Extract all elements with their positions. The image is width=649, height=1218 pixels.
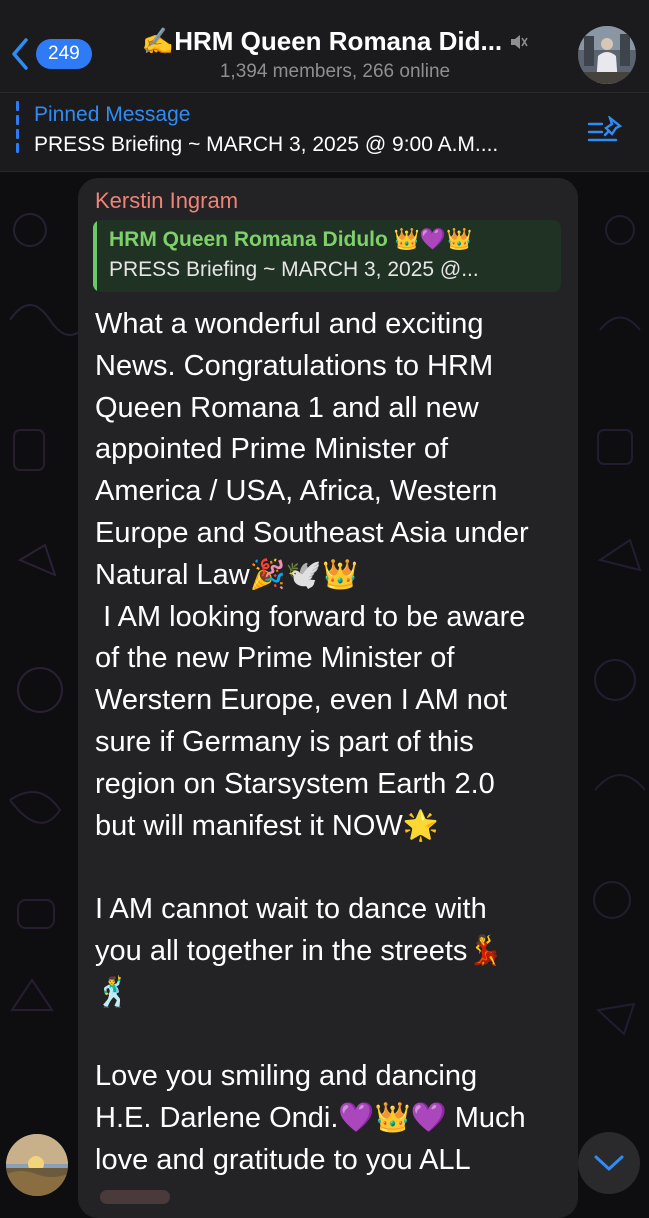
sender-avatar[interactable]: [6, 1134, 68, 1196]
pin-list-icon[interactable]: [586, 116, 626, 148]
message-text: What a wonderful and exciting News. Cong…: [95, 308, 529, 1176]
message-bubble[interactable]: Kerstin Ingram HRM Queen Romana Didulo 👑…: [78, 178, 578, 1218]
chat-title-area[interactable]: ✍️HRM Queen Romana Did... 1,394 members,…: [130, 26, 540, 83]
reply-snippet: PRESS Briefing ~ MARCH 3, 2025 @...: [109, 258, 479, 281]
pinned-label: Pinned Message: [34, 103, 191, 126]
unread-count-badge: 249: [36, 39, 92, 69]
reply-quote[interactable]: HRM Queen Romana Didulo 👑💜👑 PRESS Briefi…: [93, 220, 561, 292]
pinned-indicator: [16, 101, 19, 163]
chat-header: 249 ✍️HRM Queen Romana Did... 1,394 memb…: [0, 0, 649, 92]
group-avatar[interactable]: [578, 26, 636, 84]
chevron-down-icon: [594, 1155, 624, 1171]
message-sender[interactable]: Kerstin Ingram: [95, 188, 238, 214]
scroll-to-bottom-button[interactable]: [578, 1132, 640, 1194]
sender-avatar-image: [6, 1134, 68, 1196]
reaction-chip[interactable]: [100, 1190, 170, 1204]
muted-speaker-icon: [511, 34, 528, 49]
pinned-text: PRESS Briefing ~ MARCH 3, 2025 @ 9:00 A.…: [34, 133, 499, 156]
back-button[interactable]: 249: [10, 36, 105, 72]
reply-author: HRM Queen Romana Didulo 👑💜👑: [109, 228, 473, 251]
chevron-left-icon: [12, 38, 28, 70]
chat-title: ✍️HRM Queen Romana Did...: [141, 26, 503, 56]
reply-quote-bar: [93, 220, 97, 292]
pinned-message-bar[interactable]: Pinned Message PRESS Briefing ~ MARCH 3,…: [0, 92, 649, 172]
group-avatar-image: [578, 26, 636, 84]
chat-member-status: 1,394 members, 266 online: [219, 61, 451, 82]
